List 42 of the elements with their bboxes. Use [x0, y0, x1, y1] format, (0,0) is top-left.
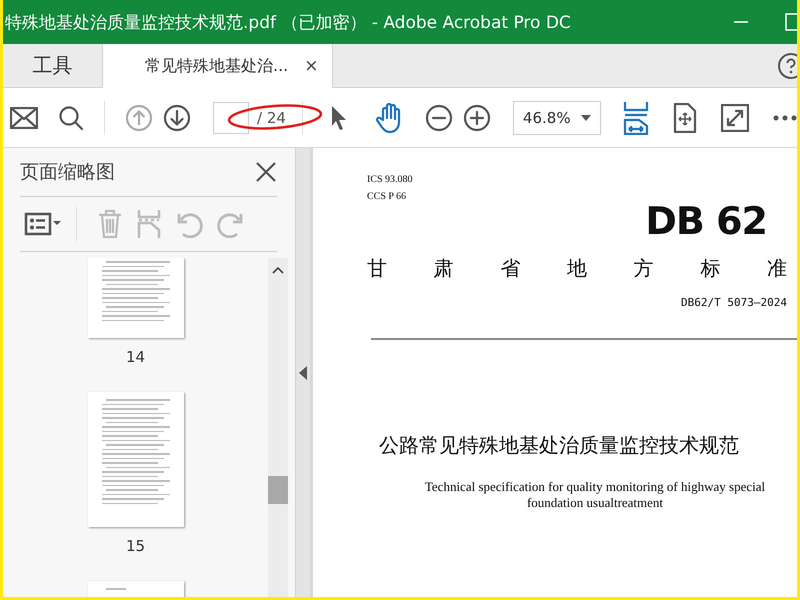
scroll-up-icon[interactable] — [272, 266, 284, 274]
page-number: 15 — [126, 537, 146, 555]
issuer-character: 标 — [700, 255, 720, 282]
collapse-handle[interactable] — [295, 148, 310, 597]
issuer-character: 肃 — [434, 255, 454, 282]
ics-code: ICS 93.080 — [367, 173, 414, 187]
standard-logo: DB 62 — [644, 199, 767, 243]
english-title: Technical specification for quality monitoring of highway special foundation usualtreatment — [424, 479, 766, 511]
options-menu-icon[interactable] — [24, 211, 62, 237]
full-screen-icon[interactable] — [720, 104, 749, 132]
issuer-character: 地 — [566, 255, 587, 282]
standard-number: DB62/T 5073—2024 — [680, 296, 787, 309]
issuer-character: 方 — [634, 255, 654, 282]
close-tab-button[interactable]: × — [304, 56, 319, 76]
tab-label: 常见特殊地基处治... — [145, 56, 288, 76]
page-thumbnail[interactable] — [88, 392, 184, 527]
ccs-code: CCS P 66 — [367, 190, 408, 204]
issuer-character: 甘 — [367, 255, 387, 282]
close-icon[interactable] — [255, 161, 277, 183]
panel-title: 页面缩略图 — [20, 160, 115, 185]
search-icon[interactable] — [58, 104, 84, 130]
zoom-dropdown[interactable]: 46.8% — [512, 100, 601, 134]
document-tab[interactable]: 常见特殊地基处治... × — [103, 44, 333, 88]
page-number: 14 — [126, 348, 146, 366]
zoom-in-icon[interactable] — [462, 104, 491, 132]
mail-icon[interactable] — [10, 106, 38, 128]
collapse-arrow-icon[interactable] — [299, 366, 307, 380]
issuer-character: 准 — [766, 255, 787, 282]
page-move-icon[interactable] — [672, 102, 697, 132]
page-count: / 24 — [257, 108, 286, 126]
document-title: 公路常见特殊地基处治质量监控技术规范 — [379, 432, 740, 459]
caret-icon — [580, 114, 591, 120]
zoom-out-icon[interactable] — [424, 104, 453, 132]
more-icon[interactable] — [772, 114, 797, 120]
issuer-character: 省 — [500, 255, 520, 282]
help-icon[interactable] — [777, 52, 797, 80]
fit-page-icon[interactable] — [622, 100, 649, 134]
window-title: 特殊地基处治质量监控技术规范.pdf （已加密） - Adobe Acrobat Pro DC — [5, 12, 572, 34]
scrollbar[interactable] — [268, 258, 288, 597]
scrollbar-thumb[interactable] — [268, 476, 288, 504]
page-number-field[interactable] — [213, 102, 249, 134]
page-thumbnail[interactable] — [88, 258, 184, 338]
